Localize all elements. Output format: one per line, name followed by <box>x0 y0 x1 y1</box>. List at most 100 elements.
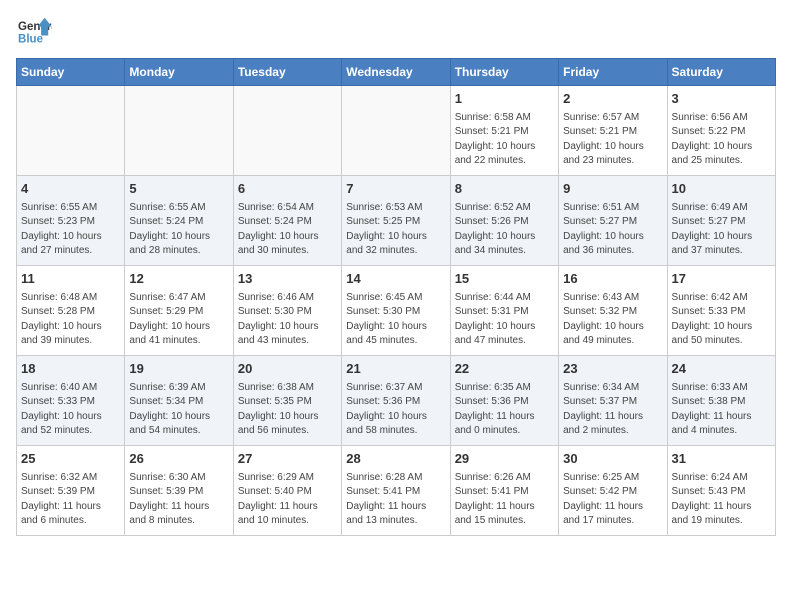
calendar-cell: 22Sunrise: 6:35 AM Sunset: 5:36 PM Dayli… <box>450 356 558 446</box>
calendar-cell: 24 Sunrise: 6:33 AM Sunset: 5:38 PM Dayli… <box>667 356 775 446</box>
calendar-cell: 16 Sunrise: 6:43 AM Sunset: 5:32 PM Dayli… <box>559 266 667 356</box>
logo: General Blue <box>16 16 52 48</box>
day-info: Sunrise: 6:57 AM Sunset: 5:21 PM Dayligh… <box>563 111 662 169</box>
calendar-cell: 28 Sunrise: 6:28 AM Sunset: 5:41 PM Dayli… <box>342 446 450 536</box>
day-info: Sunrise: 6:43 AM Sunset: 5:32 PM Dayligh… <box>563 291 662 349</box>
day-number: 10 <box>672 180 771 199</box>
calendar-week: 18 Sunrise: 6:40 AM Sunset: 5:33 PM Dayli… <box>17 356 776 446</box>
calendar-cell: 23Sunrise: 6:34 AM Sunset: 5:37 PM Dayli… <box>559 356 667 446</box>
svg-text:Blue: Blue <box>18 34 44 46</box>
calendar-body: 1 Sunrise: 6:58 AM Sunset: 5:21 PM Daylig… <box>17 86 776 536</box>
day-number: 27 <box>238 450 337 469</box>
day-number: 19 <box>129 360 228 379</box>
calendar-cell: 4 Sunrise: 6:55 AM Sunset: 5:23 PM Daylig… <box>17 176 125 266</box>
calendar-cell: 25 Sunrise: 6:32 AM Sunset: 5:39 PM Dayli… <box>17 446 125 536</box>
calendar-cell: 20Sunrise: 6:38 AM Sunset: 5:35 PM Dayli… <box>233 356 341 446</box>
header-cell-thursday: Thursday <box>450 59 558 86</box>
day-number: 25 <box>21 450 120 469</box>
calendar-table: SundayMondayTuesdayWednesdayThursdayFrid… <box>16 58 776 536</box>
day-info: Sunrise: 6:45 AM Sunset: 5:30 PM Dayligh… <box>346 291 445 349</box>
header-cell-tuesday: Tuesday <box>233 59 341 86</box>
calendar-cell: 14 Sunrise: 6:45 AM Sunset: 5:30 PM Dayli… <box>342 266 450 356</box>
day-info: Sunrise: 6:40 AM Sunset: 5:33 PM Dayligh… <box>21 381 120 439</box>
day-number: 13 <box>238 270 337 289</box>
calendar-cell: 1 Sunrise: 6:58 AM Sunset: 5:21 PM Daylig… <box>450 86 558 176</box>
calendar-header: SundayMondayTuesdayWednesdayThursdayFrid… <box>17 59 776 86</box>
day-number: 6 <box>238 180 337 199</box>
day-info: Sunrise: 6:39 AM Sunset: 5:34 PM Dayligh… <box>129 381 228 439</box>
day-info: Sunrise: 6:53 AM Sunset: 5:25 PM Dayligh… <box>346 201 445 259</box>
day-number: 26 <box>129 450 228 469</box>
calendar-cell: 7Sunrise: 6:53 AM Sunset: 5:25 PM Daylig… <box>342 176 450 266</box>
day-info: Sunrise: 6:46 AM Sunset: 5:30 PM Dayligh… <box>238 291 337 349</box>
day-number: 2 <box>563 90 662 109</box>
day-info: Sunrise: 6:42 AM Sunset: 5:33 PM Dayligh… <box>672 291 771 349</box>
day-info: Sunrise: 6:24 AM Sunset: 5:43 PM Dayligh… <box>672 471 771 529</box>
calendar-cell: 2 Sunrise: 6:57 AM Sunset: 5:21 PM Daylig… <box>559 86 667 176</box>
calendar-cell: 31 Sunrise: 6:24 AM Sunset: 5:43 PM Dayli… <box>667 446 775 536</box>
day-number: 30 <box>563 450 662 469</box>
calendar-cell: 9Sunrise: 6:51 AM Sunset: 5:27 PM Daylig… <box>559 176 667 266</box>
calendar-cell: 30Sunrise: 6:25 AM Sunset: 5:42 PM Dayli… <box>559 446 667 536</box>
day-number: 5 <box>129 180 228 199</box>
logo-icon: General Blue <box>16 16 52 48</box>
calendar-cell: 19 Sunrise: 6:39 AM Sunset: 5:34 PM Dayli… <box>125 356 233 446</box>
day-number: 4 <box>21 180 120 199</box>
day-info: Sunrise: 6:54 AM Sunset: 5:24 PM Dayligh… <box>238 201 337 259</box>
day-info: Sunrise: 6:44 AM Sunset: 5:31 PM Dayligh… <box>455 291 554 349</box>
day-info: Sunrise: 6:52 AM Sunset: 5:26 PM Dayligh… <box>455 201 554 259</box>
calendar-cell <box>125 86 233 176</box>
day-info: Sunrise: 6:26 AM Sunset: 5:41 PM Dayligh… <box>455 471 554 529</box>
day-info: Sunrise: 6:55 AM Sunset: 5:24 PM Dayligh… <box>129 201 228 259</box>
day-info: Sunrise: 6:58 AM Sunset: 5:21 PM Dayligh… <box>455 111 554 169</box>
calendar-cell: 3Sunrise: 6:56 AM Sunset: 5:22 PM Daylig… <box>667 86 775 176</box>
day-info: Sunrise: 6:29 AM Sunset: 5:40 PM Dayligh… <box>238 471 337 529</box>
day-number: 18 <box>21 360 120 379</box>
calendar-cell: 26 Sunrise: 6:30 AM Sunset: 5:39 PM Dayli… <box>125 446 233 536</box>
day-info: Sunrise: 6:35 AM Sunset: 5:36 PM Dayligh… <box>455 381 554 439</box>
calendar-cell: 17 Sunrise: 6:42 AM Sunset: 5:33 PM Dayli… <box>667 266 775 356</box>
day-number: 15 <box>455 270 554 289</box>
day-info: Sunrise: 6:32 AM Sunset: 5:39 PM Dayligh… <box>21 471 120 529</box>
header-cell-wednesday: Wednesday <box>342 59 450 86</box>
header-cell-friday: Friday <box>559 59 667 86</box>
calendar-cell: 10 Sunrise: 6:49 AM Sunset: 5:27 PM Dayli… <box>667 176 775 266</box>
day-info: Sunrise: 6:55 AM Sunset: 5:23 PM Dayligh… <box>21 201 120 259</box>
day-info: Sunrise: 6:56 AM Sunset: 5:22 PM Dayligh… <box>672 111 771 169</box>
header-cell-monday: Monday <box>125 59 233 86</box>
day-number: 28 <box>346 450 445 469</box>
day-info: Sunrise: 6:49 AM Sunset: 5:27 PM Dayligh… <box>672 201 771 259</box>
day-number: 16 <box>563 270 662 289</box>
calendar-cell: 13 Sunrise: 6:46 AM Sunset: 5:30 PM Dayli… <box>233 266 341 356</box>
header-row: SundayMondayTuesdayWednesdayThursdayFrid… <box>17 59 776 86</box>
day-number: 24 <box>672 360 771 379</box>
day-number: 11 <box>21 270 120 289</box>
day-info: Sunrise: 6:28 AM Sunset: 5:41 PM Dayligh… <box>346 471 445 529</box>
day-number: 17 <box>672 270 771 289</box>
calendar-cell: 5 Sunrise: 6:55 AM Sunset: 5:24 PM Daylig… <box>125 176 233 266</box>
calendar-week: 4 Sunrise: 6:55 AM Sunset: 5:23 PM Daylig… <box>17 176 776 266</box>
day-number: 23 <box>563 360 662 379</box>
calendar-week: 1 Sunrise: 6:58 AM Sunset: 5:21 PM Daylig… <box>17 86 776 176</box>
calendar-cell: 12Sunrise: 6:47 AM Sunset: 5:29 PM Dayli… <box>125 266 233 356</box>
day-info: Sunrise: 6:37 AM Sunset: 5:36 PM Dayligh… <box>346 381 445 439</box>
calendar-cell: 18 Sunrise: 6:40 AM Sunset: 5:33 PM Dayli… <box>17 356 125 446</box>
page-header: General Blue <box>16 16 776 48</box>
day-number: 21 <box>346 360 445 379</box>
day-info: Sunrise: 6:30 AM Sunset: 5:39 PM Dayligh… <box>129 471 228 529</box>
day-number: 1 <box>455 90 554 109</box>
day-number: 20 <box>238 360 337 379</box>
day-info: Sunrise: 6:33 AM Sunset: 5:38 PM Dayligh… <box>672 381 771 439</box>
calendar-week: 11Sunrise: 6:48 AM Sunset: 5:28 PM Dayli… <box>17 266 776 356</box>
header-cell-sunday: Sunday <box>17 59 125 86</box>
day-number: 31 <box>672 450 771 469</box>
calendar-cell: 27 Sunrise: 6:29 AM Sunset: 5:40 PM Dayli… <box>233 446 341 536</box>
header-cell-saturday: Saturday <box>667 59 775 86</box>
day-number: 12 <box>129 270 228 289</box>
calendar-cell: 15 Sunrise: 6:44 AM Sunset: 5:31 PM Dayli… <box>450 266 558 356</box>
day-number: 14 <box>346 270 445 289</box>
calendar-cell: 6 Sunrise: 6:54 AM Sunset: 5:24 PM Daylig… <box>233 176 341 266</box>
calendar-cell: 21 Sunrise: 6:37 AM Sunset: 5:36 PM Dayli… <box>342 356 450 446</box>
day-number: 9 <box>563 180 662 199</box>
day-number: 29 <box>455 450 554 469</box>
